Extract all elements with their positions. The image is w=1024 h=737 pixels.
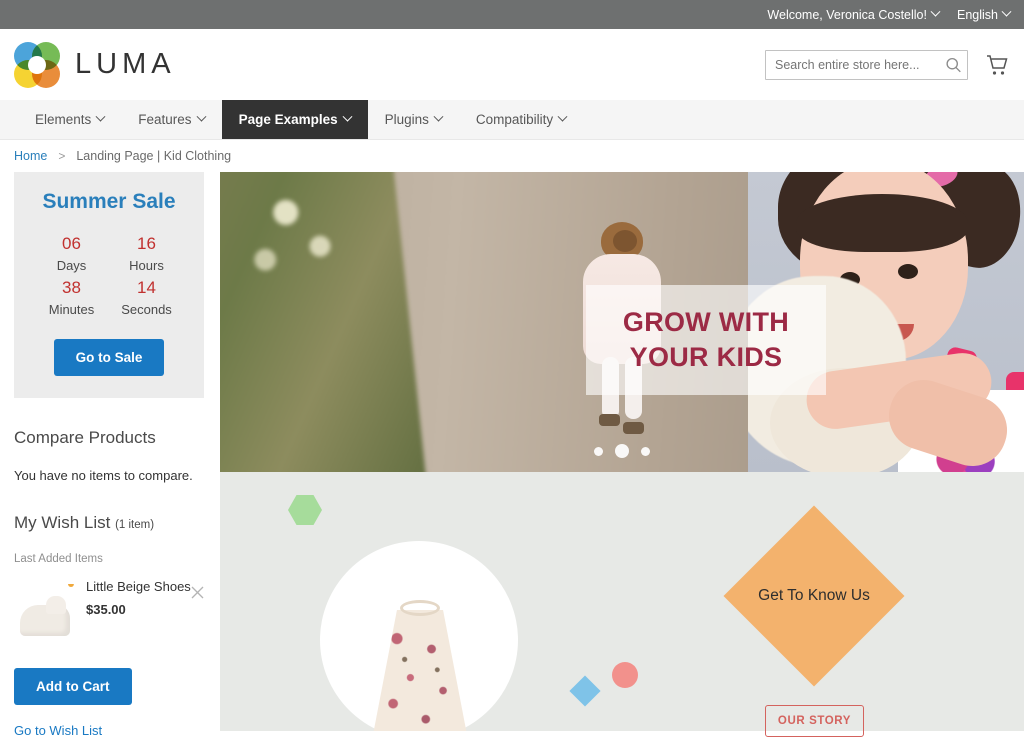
wishlist-item: Little Beige Shoes $35.00 [14, 570, 220, 646]
promo-section: Get To Know Us [220, 472, 1024, 731]
wishlist-item-info: Little Beige Shoes $35.00 [86, 570, 191, 646]
blue-diamond-icon [569, 675, 601, 707]
language-label: English [957, 7, 998, 22]
close-icon[interactable] [191, 586, 204, 599]
hero-caption-line-2: YOUR KIDS [629, 342, 783, 372]
header-actions [765, 49, 1010, 80]
floral-dress-image[interactable] [372, 588, 468, 731]
nav-item-compatibility[interactable]: Compatibility [459, 100, 583, 139]
beige-shoe-thumbnail[interactable] [14, 584, 76, 646]
wishlist-item-count: (1 item) [115, 519, 155, 531]
search-container [765, 49, 968, 80]
our-story-button[interactable]: OUR STORY [765, 705, 864, 737]
compare-products-block: Compare Products You have no items to co… [14, 428, 220, 483]
countdown-seconds-label: Seconds [121, 302, 172, 317]
summer-sale-title: Summer Sale [42, 190, 176, 213]
breadcrumb: Home > Landing Page | Kid Clothing [0, 140, 1024, 172]
nav-item-page-examples[interactable]: Page Examples [221, 100, 368, 139]
hero-caption: GROW WITH YOUR KIDS [586, 285, 826, 395]
main-content: GROW WITH YOUR KIDS Get To Know Us [220, 172, 1024, 731]
nav-label: Features [138, 112, 192, 127]
get-to-know-us-label: Get To Know Us [758, 587, 870, 604]
carousel-dot-3[interactable] [641, 446, 650, 456]
chevron-down-icon [196, 111, 207, 122]
breadcrumb-home-link[interactable]: Home [14, 149, 47, 163]
add-to-cart-button[interactable]: Add to Cart [14, 668, 132, 705]
countdown-hours-value: 16 [137, 234, 156, 253]
search-icon[interactable] [945, 56, 962, 73]
countdown-seconds-value: 14 [137, 278, 156, 297]
wishlist-item-price: $35.00 [86, 602, 126, 617]
site-header: LUMA [0, 29, 1024, 100]
welcome-account-menu[interactable]: Welcome, Veronica Costello! [767, 6, 941, 22]
chevron-down-icon [557, 111, 568, 122]
green-hexagon-icon [288, 495, 322, 525]
search-input[interactable] [765, 49, 968, 80]
shopping-cart-icon[interactable] [984, 52, 1010, 78]
breadcrumb-separator-icon: > [58, 149, 66, 163]
carousel-dot-1[interactable] [594, 446, 603, 456]
compare-empty-message: You have no items to compare. [14, 468, 193, 483]
get-to-know-us-diamond[interactable]: Get To Know Us [723, 505, 905, 687]
countdown-minutes-label: Minutes [48, 302, 95, 317]
brand-name: LUMA [75, 48, 176, 80]
nav-item-features[interactable]: Features [121, 100, 221, 139]
pink-circle-icon [612, 662, 638, 688]
wishlist-block: My Wish List (1 item) Last Added Items L… [14, 513, 220, 737]
carousel-dot-2[interactable] [615, 444, 629, 458]
go-to-wishlist-link[interactable]: Go to Wish List [14, 723, 102, 737]
countdown-days-value: 06 [62, 234, 81, 253]
countdown-timer: 06 16 Days Hours 38 14 Minutes Seconds [34, 232, 184, 319]
countdown-days-label: Days [56, 258, 87, 273]
last-added-items-label: Last Added Items [14, 553, 103, 565]
hero-caption-line-1: GROW WITH [622, 307, 790, 337]
utility-topbar: Welcome, Veronica Costello! English [0, 0, 1024, 29]
page-body: Summer Sale 06 16 Days Hours 38 14 Minut… [0, 172, 1024, 737]
nav-item-elements[interactable]: Elements [18, 100, 121, 139]
countdown-hours-label: Hours [129, 258, 164, 273]
chevron-down-icon [342, 111, 353, 122]
go-to-sale-button[interactable]: Go to Sale [53, 339, 165, 376]
main-navigation: Elements Features Page Examples Plugins … [0, 100, 1024, 140]
language-switcher[interactable]: English [957, 6, 1012, 22]
breadcrumb-current: Landing Page | Kid Clothing [76, 149, 232, 163]
logo-link[interactable]: LUMA [14, 41, 176, 88]
welcome-message: Welcome, Veronica Costello! [767, 7, 927, 22]
nav-label: Plugins [384, 112, 429, 127]
chevron-down-icon [1001, 6, 1012, 17]
chevron-down-icon [433, 111, 444, 122]
countdown-minutes-value: 38 [62, 278, 81, 297]
chevron-down-icon [930, 6, 941, 17]
luma-logo-icon [14, 41, 60, 88]
wishlist-item-name[interactable]: Little Beige Shoes [86, 578, 191, 596]
nav-label: Page Examples [238, 112, 338, 127]
wishlist-title: My Wish List (1 item) [14, 513, 220, 533]
carousel-dots [220, 444, 1024, 458]
summer-sale-widget: Summer Sale 06 16 Days Hours 38 14 Minut… [14, 172, 204, 398]
sidebar: Summer Sale 06 16 Days Hours 38 14 Minut… [0, 172, 220, 737]
nav-label: Elements [35, 112, 92, 127]
nav-label: Compatibility [475, 112, 554, 127]
wishlist-title-text: My Wish List [14, 513, 111, 532]
compare-products-title: Compare Products [14, 428, 156, 447]
chevron-down-icon [95, 111, 106, 122]
hero-slider: GROW WITH YOUR KIDS [220, 172, 1024, 472]
nav-item-plugins[interactable]: Plugins [368, 100, 459, 139]
